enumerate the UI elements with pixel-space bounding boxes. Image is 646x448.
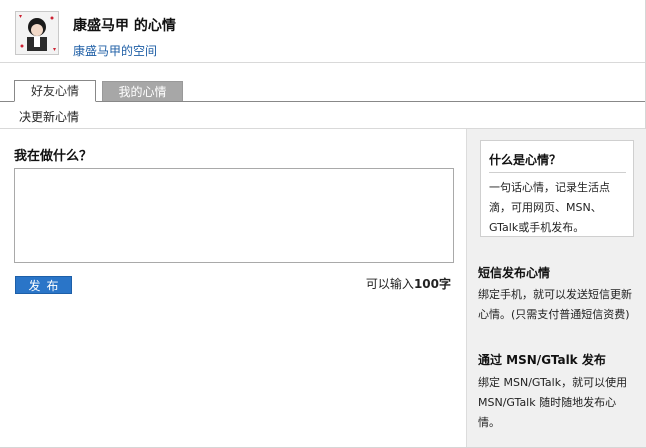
sms-section-text: 绑定手机，就可以发送短信更新心情。(只需支付普通短信资费) (478, 288, 632, 321)
section-subtitle: 决更新心情 (19, 110, 80, 124)
subtitle-bar: 决更新心情 (0, 102, 645, 129)
sms-section-title: 短信发布心情 (478, 266, 551, 280)
what-is-mood-title: 什么是心情？ (489, 153, 562, 167)
tab-bar: 好友心情 我的心情 (0, 80, 645, 102)
main-content: 我在做什么？ 发布 可以输入100字 (0, 129, 466, 447)
msn-section-title: 通过 MSN/GTalk 发布 (478, 353, 606, 367)
page-header: 康盛马甲 的心情 康盛马甲的空间 (0, 0, 645, 63)
avatar-image (16, 12, 58, 54)
msn-section-text: 绑定 MSN/GTalk，就可以使用 MSN/GTalk 随时随地发布心情。 (478, 376, 628, 429)
page-title: 康盛马甲 的心情 (73, 18, 176, 34)
sidebar: 什么是心情？ 一句话心情，记录生活点滴，可用网页、MSN、GTalk或手机发布。… (466, 129, 646, 447)
tab-friends-mood[interactable]: 好友心情 (14, 80, 96, 102)
char-limit: 可以输入100字 (366, 275, 451, 292)
char-limit-prefix: 可以输入 (365, 277, 414, 291)
tab-my-mood[interactable]: 我的心情 (102, 81, 183, 101)
what-is-mood-text: 一句话心情，记录生活点滴，可用网页、MSN、GTalk或手机发布。 (489, 181, 610, 234)
what-is-mood-box: 什么是心情？ 一句话心情，记录生活点滴，可用网页、MSN、GTalk或手机发布。 (480, 140, 634, 237)
space-link[interactable]: 康盛马甲的空间 (73, 42, 157, 59)
form-question: 我在做什么？ (14, 149, 93, 164)
mood-input[interactable] (14, 168, 454, 263)
avatar[interactable] (15, 11, 59, 55)
box-divider (489, 172, 626, 173)
publish-button[interactable]: 发布 (15, 276, 72, 294)
char-limit-count: 100字 (413, 277, 451, 291)
